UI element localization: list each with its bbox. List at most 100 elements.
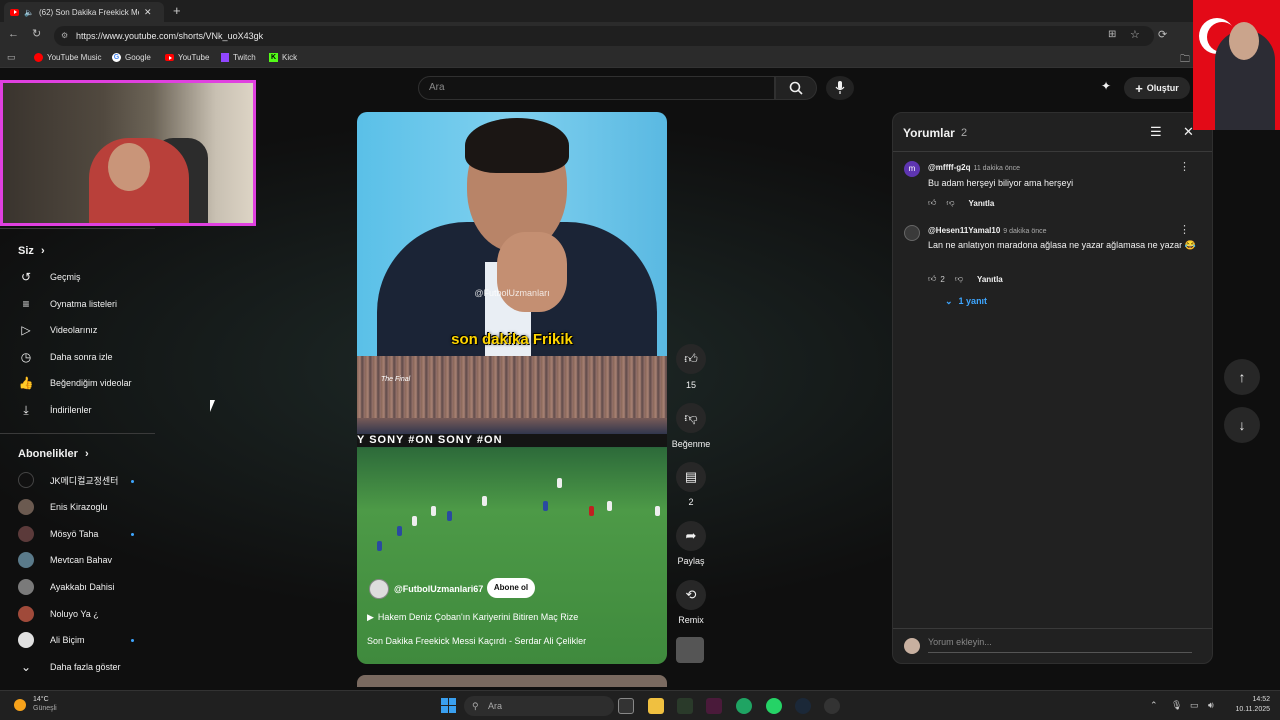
sidebar-subscription[interactable]: Noluyo Ya ¿ xyxy=(18,603,158,625)
sun-icon xyxy=(14,699,26,711)
new-tab-icon[interactable]: + xyxy=(173,3,181,18)
sidebar-subscription[interactable]: Mevtcan Bahav xyxy=(18,549,158,571)
site-info-icon[interactable]: ⚙ xyxy=(61,26,68,46)
start-button[interactable] xyxy=(441,698,456,713)
speaker-icon[interactable]: 🔈 xyxy=(24,8,34,17)
file-explorer-icon[interactable] xyxy=(648,698,664,714)
bookmark-twitch[interactable]: Twitch xyxy=(221,53,256,62)
sidebar-you-heading[interactable]: Siz › xyxy=(18,245,45,257)
thumbs-up-icon[interactable]: 👍︎ xyxy=(928,198,936,208)
related-video-link[interactable]: ▶ Hakem Deniz Çoban'ın Kariyerini Bitiren… xyxy=(367,612,657,623)
bookmark-youtube[interactable]: YouTube xyxy=(165,53,209,62)
show-replies-button[interactable]: ⌄ 1 yanıt xyxy=(945,296,987,307)
bookmark-star-icon[interactable]: ☆ xyxy=(1130,28,1140,41)
bookmark-youtube-music[interactable]: YouTube Music xyxy=(34,53,102,62)
microphone-icon[interactable]: 🎙︎ xyxy=(1171,700,1182,711)
sort-icon[interactable]: ☰ xyxy=(1150,124,1162,140)
app-icon[interactable] xyxy=(824,698,840,714)
voice-search-button[interactable] xyxy=(826,76,854,100)
like-button[interactable]: 👍︎ xyxy=(676,344,706,374)
sidebar-subscriptions-heading[interactable]: Abonelikler › xyxy=(18,448,89,460)
youtube-favicon-icon xyxy=(10,8,19,16)
add-comment-input[interactable]: Yorum ekleyin... xyxy=(928,637,1192,653)
sidebar-item-liked-videos[interactable]: 👍 Beğendiğim videolar xyxy=(18,372,158,394)
share-button[interactable]: ➦ xyxy=(676,521,706,551)
browser-tab[interactable]: 🔈 (62) Son Dakika Freekick Me ✕ xyxy=(4,2,164,22)
comment-author[interactable]: @mffff-g2q 11 dakika önce xyxy=(928,163,1020,172)
sidebar-subscription[interactable]: Ali Biçim xyxy=(18,629,158,651)
avatar[interactable] xyxy=(904,225,920,241)
taskbar-search[interactable]: ⚲ Ara xyxy=(464,696,614,716)
remix-button[interactable]: ⟲ xyxy=(676,580,706,610)
sidebar-subscription[interactable]: Enis Kirazoglu xyxy=(18,496,158,518)
more-options-icon[interactable]: ⋮ xyxy=(1179,223,1190,236)
sidebar-subscription[interactable]: Ayakkabı Dahisi xyxy=(18,576,158,598)
sidebar-subscription[interactable]: JK메디컬교정센터 xyxy=(18,469,158,491)
commentator-hand xyxy=(497,232,567,312)
app-icon[interactable] xyxy=(706,698,722,714)
channel-name[interactable]: @FutbolUzmanlari67 xyxy=(394,584,494,594)
dislike-button[interactable]: 👎︎ xyxy=(676,403,706,433)
reload-icon[interactable]: ↻ xyxy=(32,27,41,40)
playlist-icon: ≡ xyxy=(22,297,30,311)
reply-button[interactable]: Yanıtla xyxy=(977,275,1003,284)
bookmark-google[interactable]: G Google xyxy=(112,53,151,62)
tray-chevron-icon[interactable]: ⌃ xyxy=(1150,700,1158,711)
previous-short-button[interactable]: ↑ xyxy=(1224,359,1260,395)
windows-logo-icon xyxy=(441,698,448,705)
comments-panel: Yorumlar 2 ☰ ✕ m @mffff-g2q 11 dakika önc… xyxy=(892,112,1213,664)
player xyxy=(607,501,612,511)
sidebar-item-your-videos[interactable]: ▷ Videolarınız xyxy=(18,319,158,341)
whatsapp-icon[interactable] xyxy=(766,698,782,714)
extensions-icon[interactable]: ⟳ xyxy=(1158,28,1167,41)
edge-browser-icon[interactable] xyxy=(736,698,752,714)
close-tab-icon[interactable]: ✕ xyxy=(144,7,152,18)
sidebar-item-downloads[interactable]: ⤓ İndirilenler xyxy=(18,399,158,421)
folder-icon[interactable]: 🗀 xyxy=(1180,52,1190,69)
next-short-preview[interactable] xyxy=(357,675,667,687)
apps-icon[interactable]: ▭ xyxy=(7,52,16,63)
thumbs-up-icon[interactable]: 👍︎ xyxy=(928,274,936,284)
app-icon[interactable] xyxy=(677,698,693,714)
back-icon[interactable]: ← xyxy=(8,28,19,40)
premium-gift-icon[interactable]: ✦ xyxy=(1101,79,1111,93)
display-icon[interactable]: ▭ xyxy=(1190,700,1199,711)
bookmarks-bar: ▭ YouTube Music G Google YouTube Twitch … xyxy=(0,50,1280,68)
sound-thumbnail[interactable] xyxy=(676,637,704,663)
show-more-button[interactable]: ⌄ Daha fazla göster xyxy=(18,656,158,678)
steam-icon[interactable] xyxy=(795,698,811,714)
subscribe-button[interactable]: Abone ol xyxy=(487,578,535,598)
browser-tab-bar: 🔈 (62) Son Dakika Freekick Me ✕ + xyxy=(0,0,1280,22)
comment-author[interactable]: @Hesen11Yamal10 9 dakika önce xyxy=(928,226,1047,235)
sidebar-item-playlists[interactable]: ≡ Oynatma listeleri xyxy=(18,293,158,315)
thumbs-down-icon[interactable]: 👎︎ xyxy=(946,198,954,208)
clock[interactable]: 14:52 10.11.2025 xyxy=(1228,695,1270,715)
tab-title: (62) Son Dakika Freekick Me xyxy=(38,7,139,17)
comment-count: 2 xyxy=(688,497,694,507)
weather-widget[interactable]: 14°C Güneşli xyxy=(33,695,57,713)
sidebar-item-watch-later[interactable]: ◷ Daha sonra izle xyxy=(18,346,158,368)
search-input[interactable]: Ara xyxy=(418,76,775,100)
player xyxy=(655,506,660,516)
player xyxy=(557,478,562,488)
watch-later-icon: ◷ xyxy=(20,350,32,364)
thumbs-down-icon[interactable]: 👎︎ xyxy=(955,274,963,284)
create-button[interactable]: + Oluştur xyxy=(1124,77,1190,99)
reply-button[interactable]: Yanıtla xyxy=(969,199,995,208)
search-button[interactable] xyxy=(775,76,817,100)
url-input[interactable]: ⚙ https://www.youtube.com/shorts/VNk_uoX… xyxy=(54,26,1154,46)
avatar[interactable]: m xyxy=(904,161,920,177)
install-app-icon[interactable]: ⊞ xyxy=(1108,29,1116,40)
sidebar-item-history[interactable]: ↺ Geçmiş xyxy=(18,266,158,288)
volume-icon[interactable]: 🔊︎ xyxy=(1208,700,1214,711)
channel-avatar[interactable] xyxy=(369,579,389,599)
task-view-icon[interactable] xyxy=(618,698,634,714)
shorts-video-player[interactable]: @FutbolUzmanları son dakika Frikik The F… xyxy=(357,112,667,664)
sidebar-subscription[interactable]: Mösyö Taha xyxy=(18,523,158,545)
next-short-button[interactable]: ↓ xyxy=(1224,407,1260,443)
more-options-icon[interactable]: ⋮ xyxy=(1179,160,1190,173)
bookmark-kick[interactable]: K Kick xyxy=(269,53,297,62)
comment-text: Bu adam herşeyi biliyor ama herşeyi xyxy=(928,178,1074,188)
comments-button[interactable]: ▤ xyxy=(676,462,706,492)
sidebar-divider xyxy=(0,228,155,229)
